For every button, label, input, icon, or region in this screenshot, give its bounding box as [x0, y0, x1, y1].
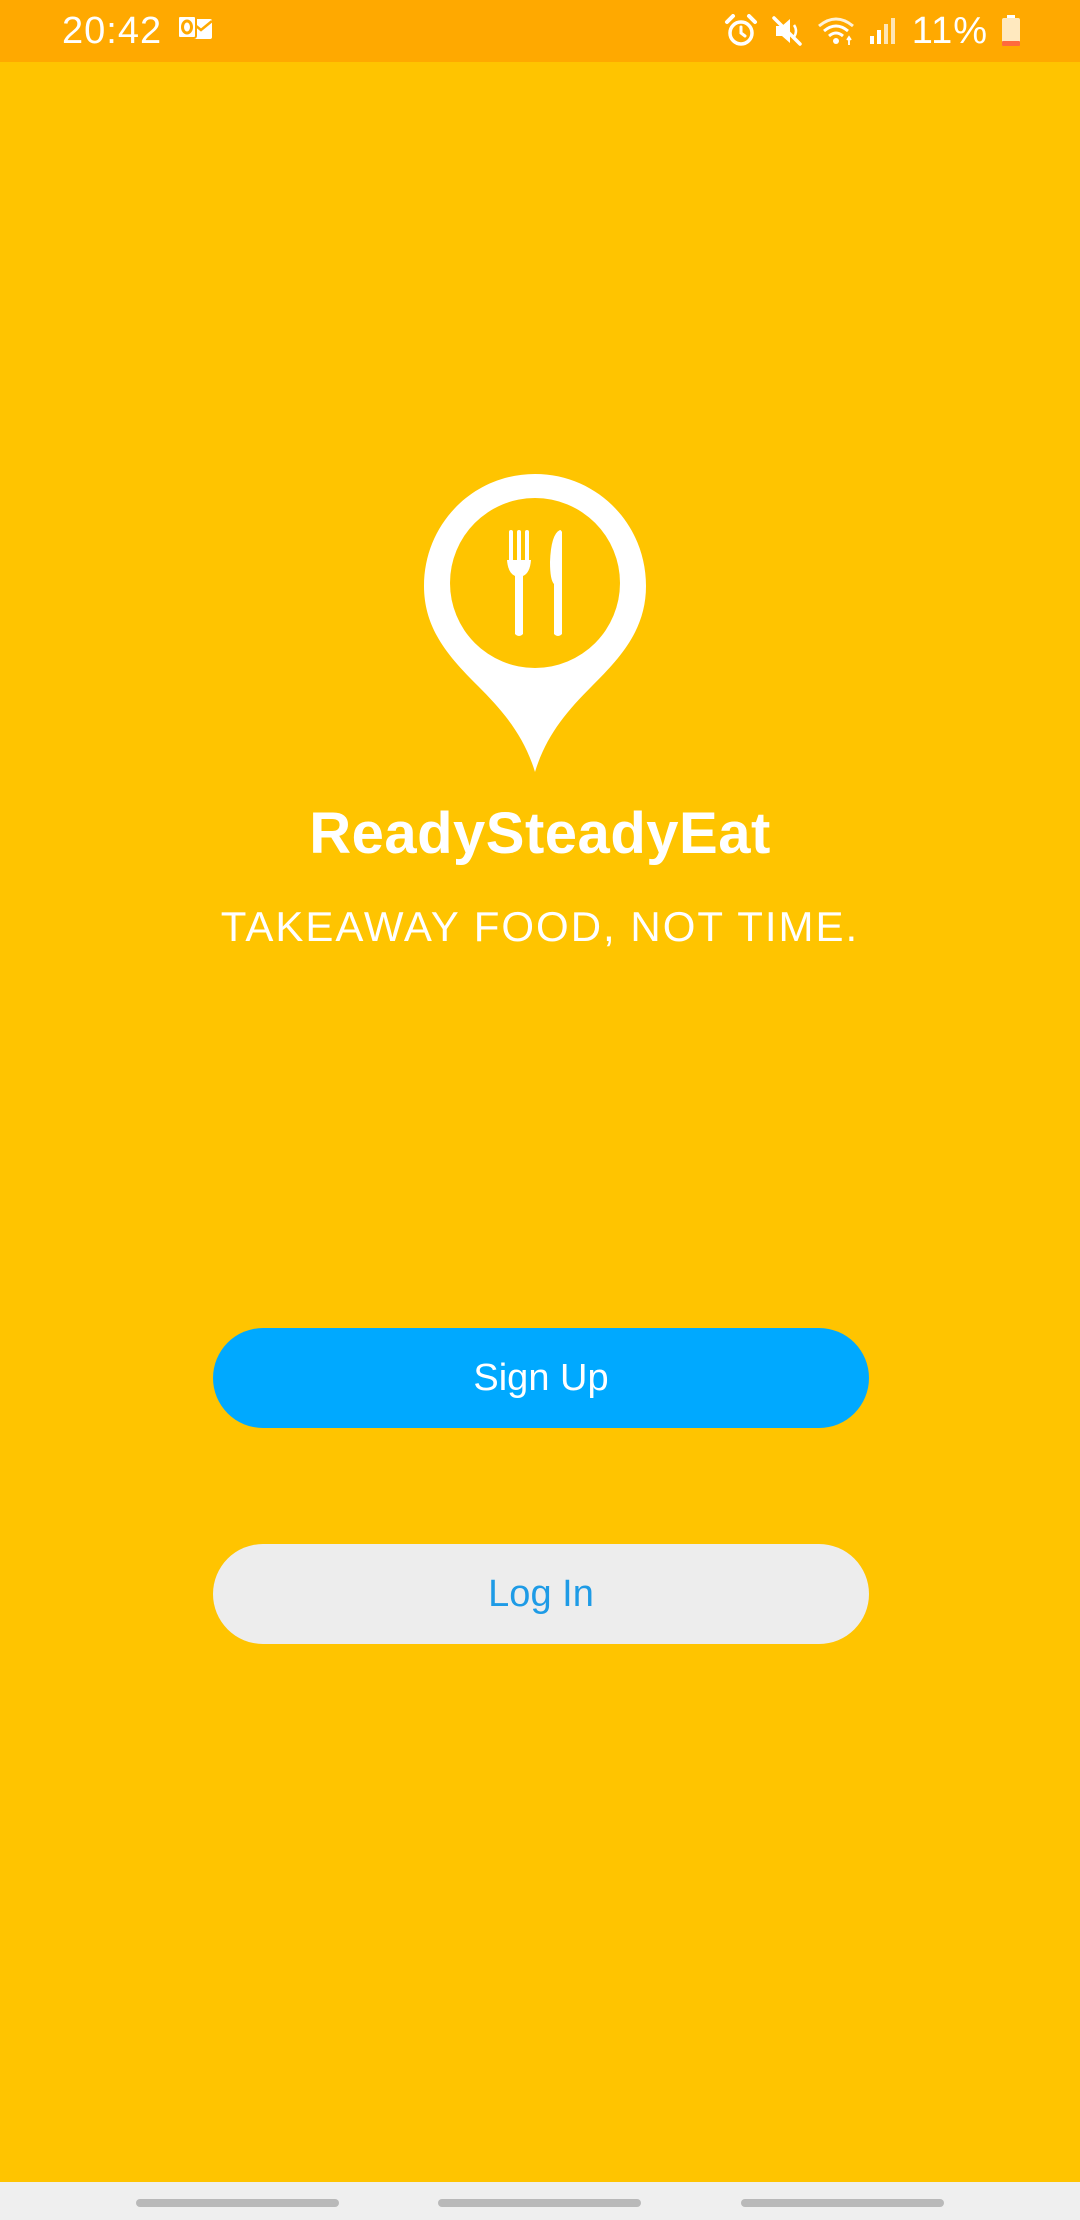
home-handle[interactable]: [438, 2199, 641, 2207]
location-pin-fork-knife-icon: [420, 470, 650, 775]
welcome-screen: 20:42 11% ReadySteadyEat TAKEAWAY FOOD, …: [0, 0, 1080, 2220]
recent-apps-handle[interactable]: [136, 2199, 339, 2207]
battery-icon: [1000, 14, 1022, 48]
mute-icon: [770, 14, 804, 48]
wifi-icon: [816, 14, 856, 48]
sign-up-button[interactable]: Sign Up: [213, 1328, 869, 1428]
outlook-notification-icon: [176, 14, 214, 48]
back-handle[interactable]: [741, 2199, 944, 2207]
signal-icon: [868, 14, 898, 48]
navigation-bar: [0, 2182, 1080, 2220]
battery-percent: 11%: [911, 9, 988, 52]
status-time: 20:42: [62, 10, 163, 52]
alarm-icon: [724, 14, 758, 48]
status-icons: 11%: [712, 8, 1022, 54]
status-bar: 20:42 11%: [0, 0, 1080, 62]
log-in-button[interactable]: Log In: [213, 1544, 869, 1644]
app-tagline: TAKEAWAY FOOD, NOT TIME.: [220, 903, 860, 950]
app-name: ReadySteadyEat: [309, 801, 771, 866]
